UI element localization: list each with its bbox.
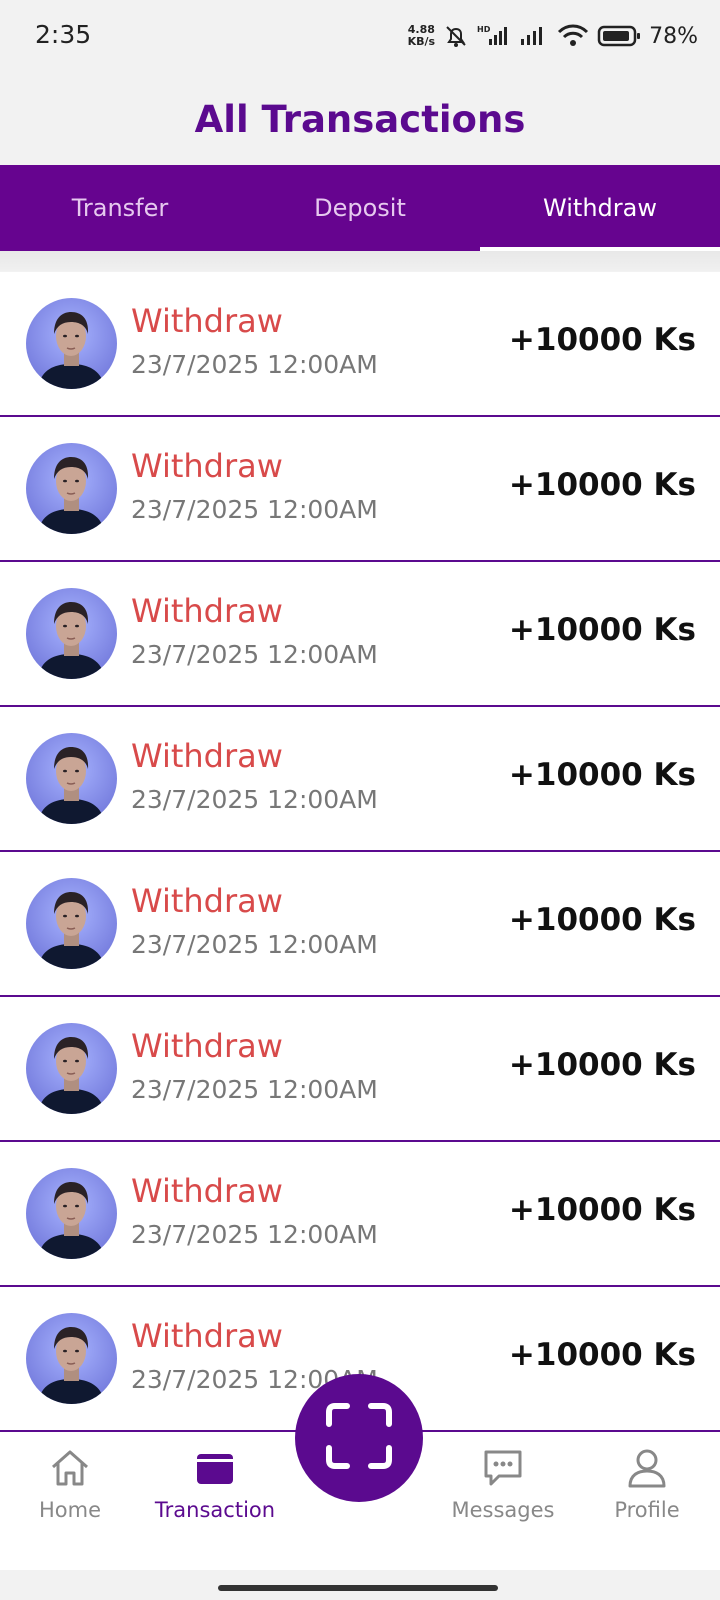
network-speed: 4.88 KB/s (408, 24, 435, 48)
avatar (26, 1168, 117, 1259)
avatar (26, 298, 117, 389)
nav-messages[interactable]: Messages (428, 1444, 578, 1522)
avatar (26, 733, 117, 824)
transaction-amount: +10000 Ks (508, 1192, 696, 1228)
page-title: All Transactions (194, 97, 526, 141)
home-icon (46, 1444, 94, 1492)
transaction-row[interactable]: Withdraw 23/7/2025 12:00AM +10000 Ks (0, 1142, 720, 1287)
hd-signal-icon: HD (477, 23, 511, 49)
tab-label: Deposit (314, 194, 406, 222)
transaction-amount: +10000 Ks (508, 1337, 696, 1373)
nav-home[interactable]: Home (0, 1444, 145, 1522)
home-indicator[interactable] (218, 1585, 498, 1591)
battery-percent: 78% (649, 23, 698, 49)
svg-text:HD: HD (477, 25, 491, 34)
transaction-date: 23/7/2025 12:00AM (131, 495, 378, 524)
tab-label: Withdraw (543, 194, 657, 222)
network-speed-unit: KB/s (407, 35, 436, 48)
status-icons: 4.88 KB/s HD 78% (408, 20, 698, 52)
transaction-row[interactable]: Withdraw 23/7/2025 12:00AM +10000 Ks (0, 562, 720, 707)
tab-deposit[interactable]: Deposit (240, 165, 480, 251)
transaction-row[interactable]: Withdraw 23/7/2025 12:00AM +10000 Ks (0, 417, 720, 562)
avatar (26, 443, 117, 534)
transaction-list[interactable]: Withdraw 23/7/2025 12:00AM +10000 Ks Wit… (0, 272, 720, 1430)
transaction-type: Withdraw (131, 737, 283, 775)
nav-transaction[interactable]: Transaction (140, 1444, 290, 1522)
transaction-date: 23/7/2025 12:00AM (131, 930, 378, 959)
avatar (26, 878, 117, 969)
transaction-date: 23/7/2025 12:00AM (131, 1220, 378, 1249)
avatar (26, 1023, 117, 1114)
tab-withdraw[interactable]: Withdraw (480, 165, 720, 251)
avatar (26, 1313, 117, 1404)
user-icon (623, 1444, 671, 1492)
status-bar: 2:35 4.88 KB/s HD 78% (0, 0, 720, 72)
scan-button[interactable] (295, 1374, 423, 1502)
transaction-type: Withdraw (131, 1317, 283, 1355)
transaction-amount: +10000 Ks (508, 902, 696, 938)
wifi-icon (557, 23, 589, 49)
transaction-date: 23/7/2025 12:00AM (131, 640, 378, 669)
mute-bell-icon (443, 23, 469, 49)
nav-label: Messages (451, 1498, 555, 1522)
scan-icon (325, 1402, 393, 1474)
transaction-amount: +10000 Ks (508, 757, 696, 793)
transaction-tabs: Transfer Deposit Withdraw (0, 165, 720, 251)
transaction-type: Withdraw (131, 1027, 283, 1065)
transaction-date: 23/7/2025 12:00AM (131, 350, 378, 379)
transaction-row[interactable]: Withdraw 23/7/2025 12:00AM +10000 Ks (0, 997, 720, 1142)
transaction-row[interactable]: Withdraw 23/7/2025 12:00AM +10000 Ks (0, 272, 720, 417)
tab-transfer[interactable]: Transfer (0, 165, 240, 251)
transaction-row[interactable]: Withdraw 23/7/2025 12:00AM +10000 Ks (0, 852, 720, 997)
transaction-date: 23/7/2025 12:00AM (131, 1075, 378, 1104)
nav-label: Transaction (154, 1498, 276, 1522)
header: All Transactions (0, 72, 720, 166)
transaction-type: Withdraw (131, 447, 283, 485)
transaction-date: 23/7/2025 12:00AM (131, 785, 378, 814)
signal-icon (519, 23, 549, 49)
transaction-amount: +10000 Ks (508, 612, 696, 648)
transaction-type: Withdraw (131, 882, 283, 920)
tab-shadow (0, 251, 720, 271)
transaction-type: Withdraw (131, 592, 283, 630)
status-time: 2:35 (35, 20, 92, 49)
transaction-type: Withdraw (131, 1172, 283, 1210)
transaction-amount: +10000 Ks (508, 467, 696, 503)
transaction-type: Withdraw (131, 302, 283, 340)
battery-icon (597, 23, 641, 49)
transaction-row[interactable]: Withdraw 23/7/2025 12:00AM +10000 Ks (0, 707, 720, 852)
tab-label: Transfer (71, 194, 169, 222)
chat-icon (479, 1444, 527, 1492)
nav-label: Home (38, 1498, 101, 1522)
transaction-amount: +10000 Ks (508, 322, 696, 358)
transaction-amount: +10000 Ks (508, 1047, 696, 1083)
avatar (26, 588, 117, 679)
wallet-icon (191, 1444, 239, 1492)
nav-profile[interactable]: Profile (572, 1444, 720, 1522)
nav-label: Profile (614, 1498, 680, 1522)
